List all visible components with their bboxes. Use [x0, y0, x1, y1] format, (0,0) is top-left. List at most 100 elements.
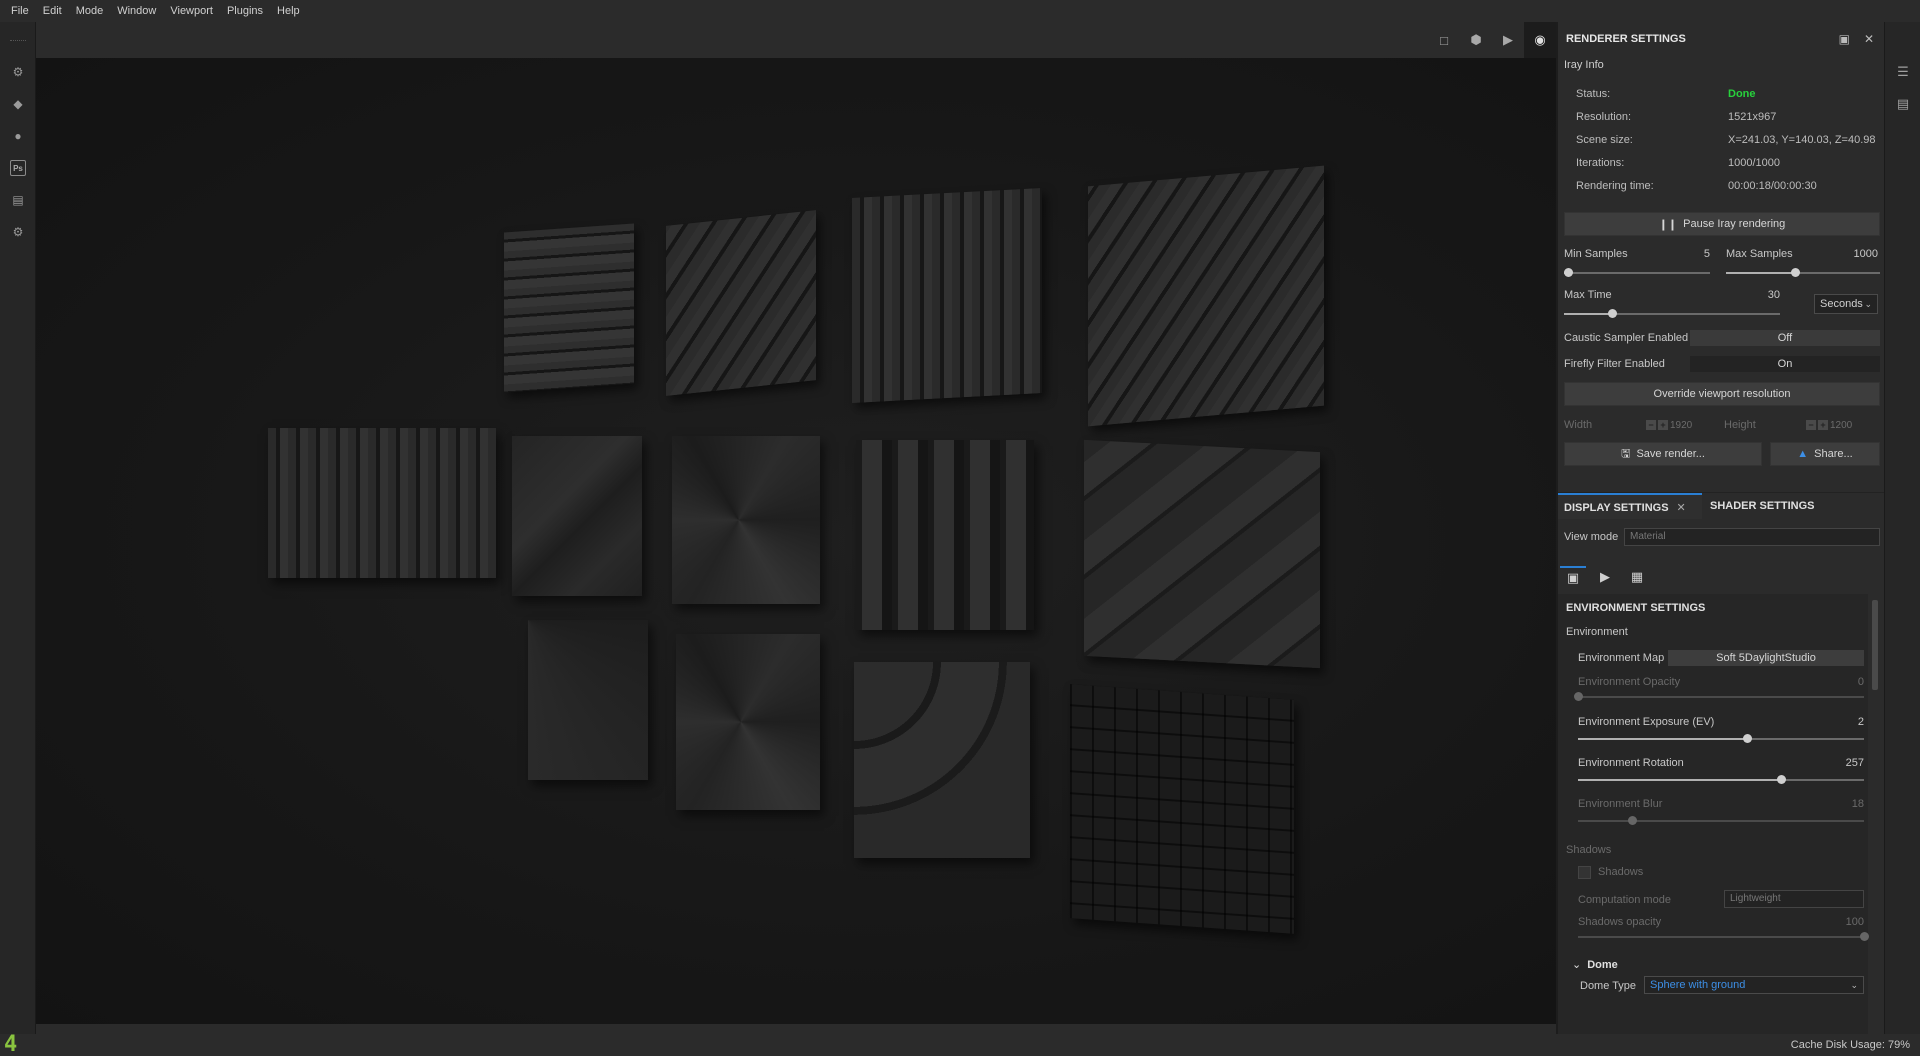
panel-faceted-2 [676, 634, 820, 810]
frame-icon[interactable]: ▦ [1624, 566, 1650, 588]
override-resolution-button[interactable]: Override viewport resolution [1564, 382, 1880, 406]
slider-handle[interactable] [1860, 932, 1869, 941]
photoshop-icon[interactable]: Ps [10, 160, 26, 176]
info-row-scene-size: Scene size: X=241.03, Y=140.03, Z=40.98 [1576, 134, 1876, 150]
slider-fill [1564, 313, 1612, 315]
undock-icon[interactable]: ▣ [1839, 32, 1850, 46]
max-time-unit-select[interactable]: Seconds ⌄ [1814, 294, 1878, 314]
render-viewport[interactable] [36, 58, 1556, 1024]
max-samples-label: Max Samples [1726, 248, 1793, 260]
menu-plugins[interactable]: Plugins [220, 0, 270, 22]
chevron-down-icon: ⌄ [1864, 299, 1872, 309]
slider-fill [1578, 738, 1747, 740]
min-samples-slider[interactable] [1564, 268, 1710, 277]
menu-mode[interactable]: Mode [69, 0, 111, 22]
document-icon[interactable]: ▤ [10, 192, 26, 208]
slider-handle[interactable] [1791, 268, 1801, 277]
environment-exposure-slider[interactable] [1578, 734, 1864, 743]
width-label: Width [1564, 419, 1593, 431]
view-mode-field[interactable]: Material [1624, 528, 1880, 546]
layers-icon[interactable]: ☰ [1895, 64, 1911, 80]
max-samples-slider[interactable] [1726, 268, 1880, 277]
menu-window[interactable]: Window [110, 0, 163, 22]
menu-bar: File Edit Mode Window Viewport Plugins H… [0, 0, 1920, 22]
frame-icon[interactable]: □ [1428, 22, 1460, 58]
panel-diagonal-grooves [666, 210, 816, 396]
cube-icon[interactable]: ⬢ [1460, 22, 1492, 58]
view-mode-label: View mode [1564, 531, 1619, 543]
minus-icon[interactable]: − [1646, 420, 1656, 430]
info-key: Iterations: [1576, 157, 1625, 169]
chevron-down-icon: ⌄ [1850, 980, 1858, 990]
settings-gear-icon[interactable]: ⚙ [10, 64, 26, 80]
dome-type-select[interactable]: Sphere with ground ⌄ [1644, 976, 1864, 994]
slider-handle[interactable] [1574, 692, 1583, 701]
slider-handle[interactable] [1742, 734, 1752, 743]
settings-scrollbar[interactable] [1872, 600, 1878, 690]
max-time-slider[interactable] [1564, 309, 1780, 318]
close-icon[interactable]: ✕ [1864, 32, 1874, 46]
slider-handle[interactable] [1564, 268, 1574, 277]
close-tab-icon[interactable]: ✕ [1677, 502, 1686, 514]
info-key: Rendering time: [1576, 180, 1654, 192]
share-icon: ▲ [1797, 448, 1809, 460]
tab-display-settings[interactable]: DISPLAY SETTINGS ✕ [1558, 493, 1702, 519]
max-time-label: Max Time [1564, 289, 1612, 301]
bell-icon[interactable]: ◆ [10, 96, 26, 112]
environment-opacity-value: 0 [1857, 676, 1864, 688]
right-toolbar: ☰ ▤ [1884, 22, 1920, 1034]
caustic-toggle[interactable]: Off [1690, 330, 1880, 346]
environment-rotation-label: Environment Rotation [1578, 757, 1684, 769]
slider-handle[interactable] [1777, 775, 1787, 784]
max-time-value: 30 [1767, 289, 1780, 301]
height-label: Height [1724, 419, 1756, 431]
info-row-iterations: Iterations: 1000/1000 [1576, 157, 1876, 173]
menu-edit[interactable]: Edit [36, 0, 69, 22]
computation-mode-field[interactable]: Lightweight [1724, 890, 1864, 908]
share-button[interactable]: ▲ Share... [1770, 442, 1880, 466]
tab-shader-settings[interactable]: SHADER SETTINGS [1704, 493, 1834, 519]
info-row-resolution: Resolution: 1521x967 [1576, 111, 1876, 127]
info-row-rendering-time: Rendering time: 00:00:18/00:00:30 [1576, 180, 1876, 196]
slider-handle[interactable] [1607, 309, 1617, 318]
width-field[interactable]: − +1920 [1646, 418, 1692, 432]
environment-blur-slider[interactable] [1578, 816, 1864, 825]
camera-icon[interactable]: ▶ [1492, 22, 1524, 58]
minus-icon[interactable]: − [1806, 420, 1816, 430]
save-icon: 🖫 [1621, 447, 1631, 460]
environment-map-button[interactable]: Soft 5DaylightStudio [1668, 650, 1864, 666]
menu-viewport[interactable]: Viewport [163, 0, 220, 22]
render-camera-icon[interactable]: ◉ [1524, 22, 1556, 58]
share-label: Share... [1814, 448, 1853, 460]
plus-icon[interactable]: + [1658, 420, 1668, 430]
app-logo: 4 [4, 1032, 18, 1056]
save-render-button[interactable]: 🖫 Save render... [1564, 442, 1762, 466]
slider-handle[interactable] [1628, 816, 1638, 825]
info-value: 00:00:18/00:00:30 [1728, 180, 1817, 192]
plus-icon[interactable]: + [1818, 420, 1828, 430]
image-icon[interactable]: ▣ [1560, 566, 1586, 588]
viewport-bottom-bar [36, 1024, 1556, 1034]
environment-opacity-slider[interactable] [1574, 692, 1864, 701]
panel-organic-wave [512, 436, 642, 596]
pause-iray-button[interactable]: ❙❙ Pause Iray rendering [1564, 212, 1880, 236]
pause-label: Pause Iray rendering [1683, 218, 1786, 230]
shadows-opacity-slider[interactable] [1578, 932, 1869, 941]
shadows-checkbox[interactable] [1578, 866, 1591, 879]
material-icon[interactable]: ● [10, 128, 26, 144]
environment-opacity-label: Environment Opacity [1578, 676, 1681, 688]
height-field[interactable]: − +1200 [1806, 418, 1852, 432]
shadows-group-label: Shadows [1566, 844, 1612, 856]
info-key: Scene size: [1576, 134, 1633, 146]
cog-icon[interactable]: ⚙ [10, 224, 26, 240]
environment-rotation-slider[interactable] [1578, 775, 1864, 784]
menu-help[interactable]: Help [270, 0, 307, 22]
dome-type-value: Sphere with ground [1650, 979, 1746, 991]
firefly-toggle[interactable]: On [1690, 356, 1880, 372]
video-camera-icon[interactable]: ▶ [1592, 566, 1618, 588]
info-value: 1000/1000 [1728, 157, 1780, 169]
panel-louver [504, 223, 634, 393]
dome-section-header[interactable]: ⌄ Dome [1572, 958, 1618, 971]
menu-file[interactable]: File [4, 0, 36, 22]
clipboard-icon[interactable]: ▤ [1895, 96, 1911, 112]
